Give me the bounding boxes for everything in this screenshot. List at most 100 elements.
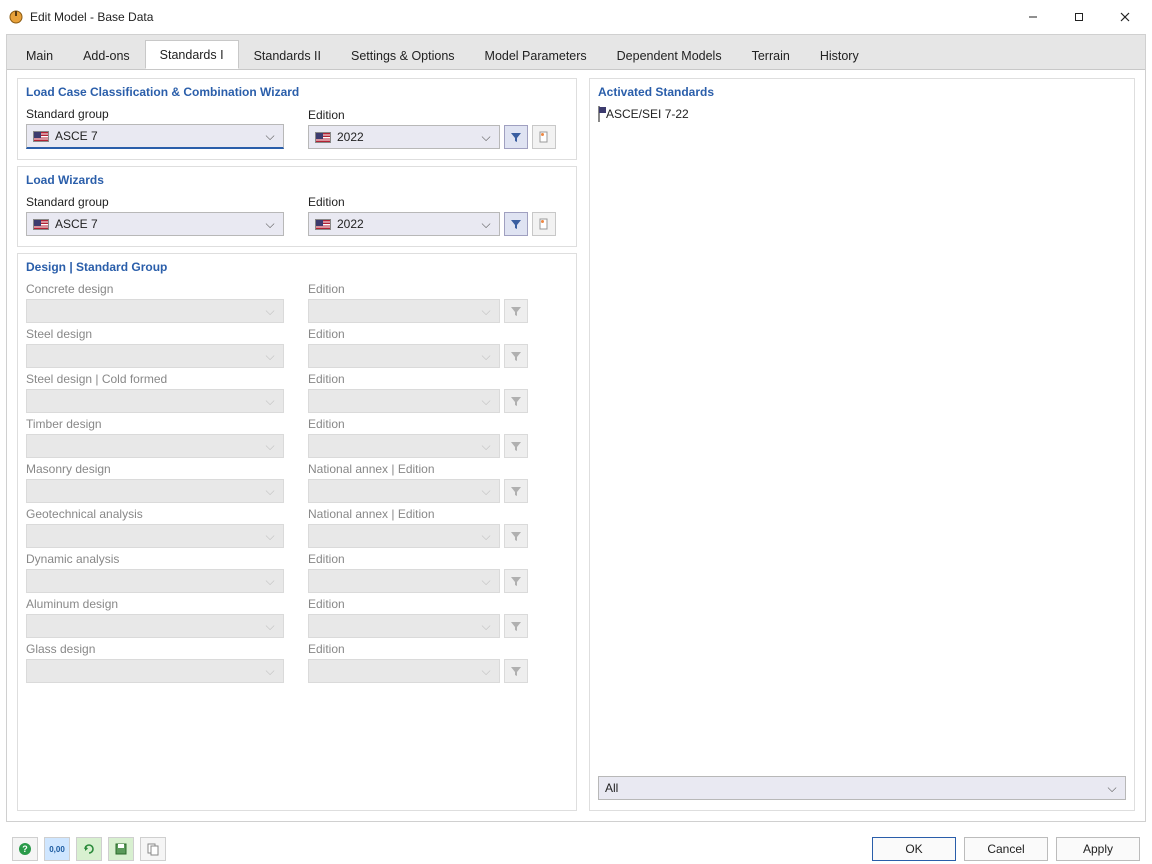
dialog-frame: Main Add-ons Standards I Standards II Se… xyxy=(6,34,1146,822)
combo-design-left: ⌵ xyxy=(26,659,284,683)
tab-model-parameters[interactable]: Model Parameters xyxy=(470,41,602,69)
chevron-down-icon: ⌵ xyxy=(261,349,279,364)
minimize-button[interactable] xyxy=(1010,2,1056,32)
tab-history[interactable]: History xyxy=(805,41,874,69)
apply-button[interactable]: Apply xyxy=(1056,837,1140,861)
fg-loadwizard-standard-group: Standard group ASCE 7 ⌵ xyxy=(26,193,284,236)
combo-design-right: ⌵ xyxy=(308,524,500,548)
fg-design-right: Edition⌵ xyxy=(308,370,500,413)
tab-addons[interactable]: Add-ons xyxy=(68,41,145,69)
new-button[interactable] xyxy=(532,212,556,236)
fg-design-right: Edition⌵ xyxy=(308,640,500,683)
fg-design-right: Edition ⌵ xyxy=(308,280,500,323)
fg-loadcase-edition: Edition 2022 ⌵ xyxy=(308,106,500,149)
edition-line-design: Edition⌵ xyxy=(308,640,528,683)
tab-settings-options[interactable]: Settings & Options xyxy=(336,41,470,69)
edition-line-load-case: Edition 2022 ⌵ xyxy=(308,105,556,149)
filter-button xyxy=(504,344,528,368)
panel-load-case: Load Case Classification & Combination W… xyxy=(17,78,577,160)
combo-loadwizard-edition[interactable]: 2022 ⌵ xyxy=(308,212,500,236)
combo-design-left: ⌵ xyxy=(26,344,284,368)
filter-button xyxy=(504,389,528,413)
fg-design-left: Timber design⌵ xyxy=(26,415,284,458)
chevron-down-icon: ⌵ xyxy=(477,349,495,364)
edition-line-design: Edition ⌵ xyxy=(308,280,528,323)
design-row: Dynamic analysis⌵Edition⌵ xyxy=(26,550,568,593)
activated-standard-item[interactable]: ASCE/SEI 7-22 xyxy=(598,105,1126,123)
label-design-right: Edition xyxy=(308,597,500,611)
combo-design-left: ⌵ xyxy=(26,389,284,413)
activated-standard-label: ASCE/SEI 7-22 xyxy=(606,107,689,121)
right-column: Activated Standards ASCE/SEI 7-22 All ⌵ xyxy=(589,78,1135,811)
fg-design-left: Steel design⌵ xyxy=(26,325,284,368)
chevron-down-icon: ⌵ xyxy=(261,484,279,499)
tab-standards-i[interactable]: Standards I xyxy=(145,40,239,69)
edition-line-design: Edition⌵ xyxy=(308,415,528,458)
footer-toolbar: ? 0,00 xyxy=(12,837,166,861)
chevron-down-icon: ⌵ xyxy=(261,217,279,232)
combo-loadwizard-standard-group[interactable]: ASCE 7 ⌵ xyxy=(26,212,284,236)
chevron-down-icon: ⌵ xyxy=(477,439,495,454)
chevron-down-icon: ⌵ xyxy=(261,664,279,679)
fg-loadcase-standard-group: Standard group ASCE 7 ⌵ xyxy=(26,105,284,149)
filter-button[interactable] xyxy=(504,125,528,149)
us-flag-icon xyxy=(33,219,49,230)
left-column: Load Case Classification & Combination W… xyxy=(17,78,577,811)
fg-design-left: Masonry design ⌵ xyxy=(26,460,284,503)
filter-button[interactable] xyxy=(504,212,528,236)
label-standard-group: Standard group xyxy=(26,107,284,121)
combo-activated-filter[interactable]: All ⌵ xyxy=(598,776,1126,800)
save-default-button[interactable] xyxy=(108,837,134,861)
activated-filter-wrap: All ⌵ xyxy=(598,776,1126,800)
design-row: Steel design | Cold formed⌵Edition⌵ xyxy=(26,370,568,413)
maximize-button[interactable] xyxy=(1056,2,1102,32)
ok-button[interactable]: OK xyxy=(872,837,956,861)
label-standard-group: Standard group xyxy=(26,195,284,209)
combo-design-left: ⌵ xyxy=(26,614,284,638)
label-edition: Edition xyxy=(308,195,500,209)
tab-main[interactable]: Main xyxy=(11,41,68,69)
combo-design-left: ⌵ xyxy=(26,299,284,323)
us-flag-icon xyxy=(315,132,331,143)
combo-design-right: ⌵ xyxy=(308,434,500,458)
combo-loadcase-edition[interactable]: 2022 ⌵ xyxy=(308,125,500,149)
label-design-left: Masonry design xyxy=(26,462,284,476)
fg-design-left: Dynamic analysis⌵ xyxy=(26,550,284,593)
help-button[interactable]: ? xyxy=(12,837,38,861)
fg-design-left: Aluminum design ⌵ xyxy=(26,595,284,638)
filter-button xyxy=(504,434,528,458)
tab-standards-ii[interactable]: Standards II xyxy=(239,41,336,69)
panel-title-load-wizards: Load Wizards xyxy=(26,173,568,187)
combo-design-right: ⌵ xyxy=(308,344,500,368)
label-edition: Edition xyxy=(308,108,500,122)
design-row: Aluminum design ⌵ Edition ⌵ xyxy=(26,595,568,638)
chevron-down-icon: ⌵ xyxy=(261,529,279,544)
new-button[interactable] xyxy=(532,125,556,149)
combo-design-right: ⌵ xyxy=(308,659,500,683)
combo-design-left: ⌵ xyxy=(26,434,284,458)
chevron-down-icon: ⌵ xyxy=(477,529,495,544)
tab-dependent-models[interactable]: Dependent Models xyxy=(602,41,737,69)
fg-design-right: Edition ⌵ xyxy=(308,325,500,368)
tab-terrain[interactable]: Terrain xyxy=(737,41,805,69)
combo-design-right: ⌵ xyxy=(308,299,500,323)
combo-design-left: ⌵ xyxy=(26,479,284,503)
label-design-left: Aluminum design xyxy=(26,597,284,611)
dialog-footer: ? 0,00 OK Cancel Apply xyxy=(0,834,1152,864)
cancel-button[interactable]: Cancel xyxy=(964,837,1048,861)
fg-design-right: Edition⌵ xyxy=(308,415,500,458)
combo-loadcase-standard-group[interactable]: ASCE 7 ⌵ xyxy=(26,124,284,149)
reset-button[interactable] xyxy=(76,837,102,861)
filter-button xyxy=(504,479,528,503)
close-button[interactable] xyxy=(1102,2,1148,32)
combo-design-right: ⌵ xyxy=(308,614,500,638)
label-design-right: Edition xyxy=(308,327,500,341)
panel-title-load-case: Load Case Classification & Combination W… xyxy=(26,85,568,99)
panel-title-activated: Activated Standards xyxy=(598,85,1126,99)
units-button[interactable]: 0,00 xyxy=(44,837,70,861)
label-design-right: Edition xyxy=(308,282,500,296)
design-row: Timber design⌵ Edition⌵ xyxy=(26,415,568,458)
copy-button[interactable] xyxy=(140,837,166,861)
chevron-down-icon: ⌵ xyxy=(261,439,279,454)
fg-design-left: Concrete design⌵ xyxy=(26,280,284,323)
